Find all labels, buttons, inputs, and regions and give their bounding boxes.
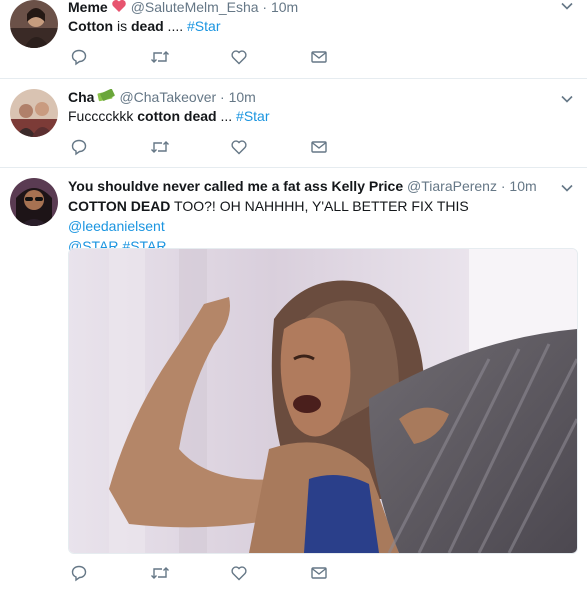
- display-name[interactable]: Cha: [68, 89, 94, 105]
- tweet-media-gif[interactable]: [68, 248, 578, 554]
- avatar[interactable]: [10, 89, 58, 137]
- like-icon[interactable]: [230, 564, 250, 584]
- tweet-text: Fucccckkk cotton dead ... #Star: [68, 108, 270, 124]
- display-name[interactable]: Meme: [68, 0, 108, 15]
- tweet-actions: [68, 564, 368, 584]
- mention-link[interactable]: @leedanielsent: [68, 218, 165, 234]
- tweet-header: Cha @ChaTakeover · 10m: [68, 88, 256, 107]
- tweet-header: Meme @SaluteMelm_Esha · 10m: [68, 0, 298, 17]
- hashtag-link[interactable]: #Star: [187, 18, 220, 34]
- heart-emoji-icon: [111, 0, 127, 17]
- handle[interactable]: @ChaTakeover: [119, 89, 216, 105]
- separator-dot: ·: [262, 0, 268, 15]
- separator-dot: ·: [220, 89, 225, 105]
- timestamp[interactable]: 10m: [271, 0, 298, 15]
- tweet-2[interactable]: Cha @ChaTakeover · 10m Fucccckkk cotton d…: [0, 79, 587, 168]
- chevron-down-icon[interactable]: [559, 91, 575, 107]
- avatar[interactable]: [10, 0, 58, 48]
- tweet-text: COTTON DEAD TOO?! OH NAHHHH, Y'ALL BETTE…: [68, 198, 469, 254]
- tweet-3[interactable]: You shouldve never called me a fat ass K…: [0, 168, 587, 595]
- reply-icon[interactable]: [70, 564, 90, 584]
- timestamp[interactable]: 10m: [509, 178, 536, 194]
- retweet-icon[interactable]: [150, 564, 170, 584]
- message-icon[interactable]: [310, 564, 330, 584]
- message-icon[interactable]: [310, 48, 330, 68]
- display-name[interactable]: You shouldve never called me a fat ass K…: [68, 178, 403, 194]
- retweet-icon[interactable]: [150, 138, 170, 158]
- like-icon[interactable]: [230, 138, 250, 158]
- tweet-text: Cotton is dead .... #Star: [68, 18, 221, 34]
- money-emoji-icon: [97, 89, 116, 107]
- handle[interactable]: @SaluteMelm_Esha: [131, 0, 259, 15]
- separator-dot: ·: [500, 178, 506, 194]
- message-icon[interactable]: [310, 138, 330, 158]
- tweet-1[interactable]: Meme @SaluteMelm_Esha · 10m Cotton is dea…: [0, 0, 587, 79]
- tweet-actions: [68, 48, 368, 68]
- handle[interactable]: @TiaraPerenz: [407, 178, 497, 194]
- tweet-actions: [68, 138, 368, 158]
- chevron-down-icon[interactable]: [559, 180, 575, 196]
- timestamp[interactable]: 10m: [229, 89, 256, 105]
- tweet-header: You shouldve never called me a fat ass K…: [68, 177, 537, 195]
- retweet-icon[interactable]: [150, 48, 170, 68]
- like-icon[interactable]: [230, 48, 250, 68]
- chevron-down-icon[interactable]: [559, 0, 575, 14]
- avatar[interactable]: [10, 178, 58, 226]
- reply-icon[interactable]: [70, 138, 90, 158]
- reply-icon[interactable]: [70, 48, 90, 68]
- hashtag-link[interactable]: #Star: [236, 108, 269, 124]
